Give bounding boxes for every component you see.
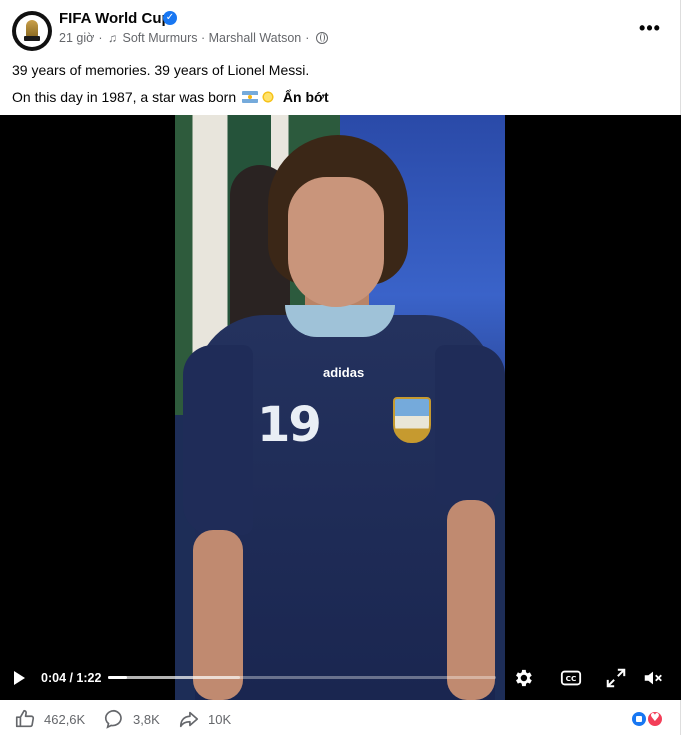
comment-button[interactable]: 3,8K	[103, 708, 160, 730]
verified-badge-icon: ✓	[163, 11, 177, 25]
gear-icon[interactable]	[512, 667, 534, 689]
see-less-link[interactable]: Ẩn bớt	[283, 89, 329, 105]
jersey-brand: adidas	[323, 365, 365, 380]
argentina-flag-icon	[242, 91, 259, 103]
page-avatar[interactable]	[12, 11, 52, 51]
expand-icon[interactable]	[605, 667, 627, 689]
speaker-muted-icon[interactable]	[642, 667, 664, 689]
meta-separator-2: ·	[305, 31, 310, 45]
post-footer: 462,6K 3,8K 10K	[0, 700, 681, 735]
progress-buffered	[108, 676, 240, 679]
post-card: FIFA World Cup ✓ 21 giờ · ♫ Soft Murmurs…	[0, 0, 681, 735]
more-options-button[interactable]: •••	[632, 18, 668, 38]
love-reaction-icon	[646, 710, 664, 728]
play-icon[interactable]	[14, 671, 25, 685]
share-count: 10K	[208, 711, 232, 727]
player-collar	[285, 305, 395, 337]
reaction-summary[interactable]	[630, 710, 670, 730]
page-name[interactable]: FIFA World Cup	[59, 10, 171, 27]
post-header: FIFA World Cup ✓ 21 giờ · ♫ Soft Murmurs…	[0, 0, 681, 56]
like-button[interactable]: 462,6K	[14, 708, 85, 730]
thumbs-up-icon	[15, 709, 35, 728]
comment-count: 3,8K	[133, 711, 160, 727]
video-controls: 0:04 / 1:22 CC	[0, 650, 681, 700]
player-sleeve-right	[435, 345, 505, 505]
progress-played	[108, 676, 127, 679]
video-time: 0:04 / 1:22	[41, 671, 102, 685]
globe-icon[interactable]	[316, 32, 329, 44]
audio-label[interactable]: Soft Murmurs · Marshall Watson	[122, 31, 301, 45]
post-text-line-2-text: On this day in 1987, a star was born	[12, 89, 237, 105]
post-text-line-2: On this day in 1987, a star was born Ẩn …	[12, 87, 672, 107]
trophy-icon	[26, 20, 38, 37]
progress-bar[interactable]	[108, 676, 496, 679]
comment-icon	[104, 709, 122, 729]
jersey-crest-icon	[393, 397, 431, 443]
video-frame: adidas 19	[175, 115, 505, 700]
player-face	[288, 177, 384, 307]
post-meta: 21 giờ · ♫ Soft Murmurs · Marshall Watso…	[59, 31, 329, 45]
share-icon	[179, 711, 199, 728]
post-text: 39 years of memories. 39 years of Lionel…	[12, 60, 672, 114]
meta-separator: ·	[98, 31, 103, 45]
cc-icon[interactable]: CC	[560, 667, 582, 689]
video-player[interactable]: adidas 19 0:04 / 1:22 CC	[0, 115, 681, 700]
like-count: 462,6K	[44, 711, 86, 727]
jersey-number: 19	[257, 397, 322, 453]
player-sleeve-left	[183, 345, 253, 535]
trophy-base	[24, 36, 40, 41]
music-note-icon: ♫	[107, 31, 117, 45]
cc-label: CC	[566, 674, 577, 683]
post-time[interactable]: 21 giờ	[59, 31, 94, 45]
share-button[interactable]: 10K	[178, 708, 231, 730]
sun-icon	[261, 90, 276, 104]
post-text-line-1: 39 years of memories. 39 years of Lionel…	[12, 62, 310, 78]
